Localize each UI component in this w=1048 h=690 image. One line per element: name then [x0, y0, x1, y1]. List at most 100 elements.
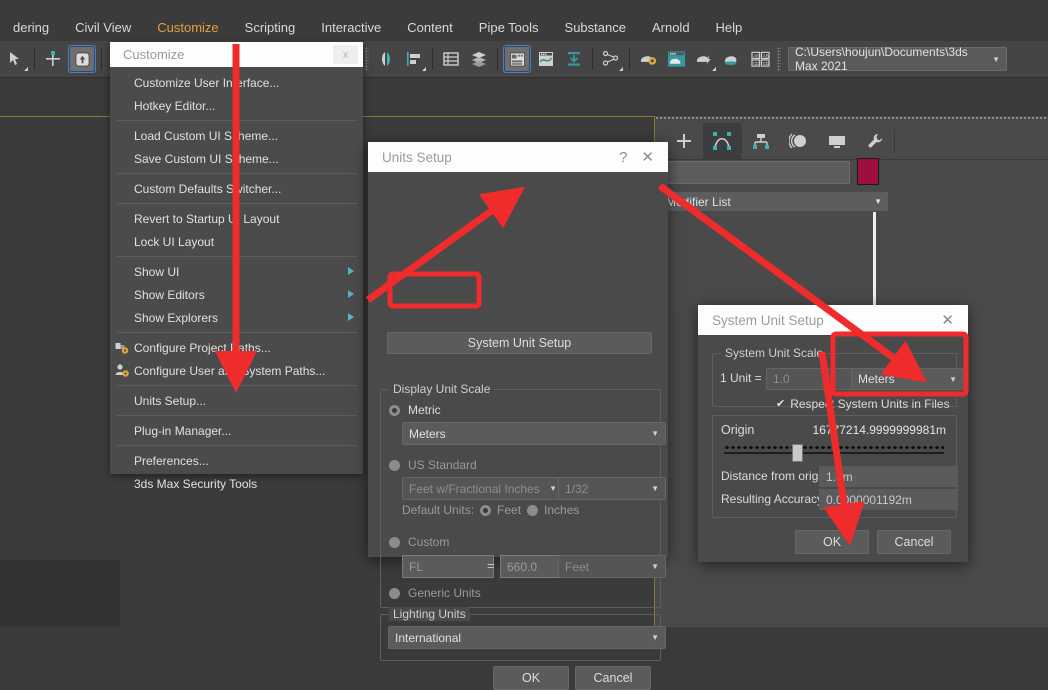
system-unit-setup-titlebar[interactable]: System Unit Setup ✕ — [698, 305, 968, 335]
lighting-units-dropdown[interactable]: International ▼ — [388, 626, 666, 649]
system-unit-setup-cancel-button[interactable]: Cancel — [877, 530, 951, 554]
menu-scripting[interactable]: Scripting — [232, 16, 309, 39]
menu-item-show-editors[interactable]: Show Editors — [110, 283, 363, 306]
project-path-dropdown[interactable]: C:\Users\houjun\Documents\3ds Max 2021 ▼ — [788, 45, 1007, 73]
menu-item-show-ui[interactable]: Show UI — [110, 260, 363, 283]
toggle-ribbon-icon[interactable] — [503, 45, 531, 73]
object-name-field[interactable] — [648, 161, 850, 184]
system-unit-setup-dialog[interactable]: System Unit Setup ✕ System Unit Scale 1 … — [698, 305, 968, 562]
render-production-icon[interactable] — [691, 46, 717, 72]
us-standard-radio[interactable] — [389, 459, 400, 471]
menu-item-label: Show Editors — [134, 287, 205, 302]
units-setup-dialog[interactable]: Units Setup ? ✕ System Unit Setup Displa… — [368, 142, 668, 690]
metric-radio[interactable] — [389, 404, 400, 416]
menu-civil-view[interactable]: Civil View — [62, 16, 144, 39]
menu-item-load-custom-ui-scheme[interactable]: Load Custom UI Scheme... — [110, 124, 363, 147]
origin-slider[interactable] — [724, 443, 944, 462]
menu-item-preferences[interactable]: Preferences... — [110, 449, 363, 472]
menu-item-plugin-manager[interactable]: Plug-in Manager... — [110, 419, 363, 442]
custom-unit-dropdown[interactable]: Feet ▼ — [558, 555, 666, 578]
units-setup-ok-button[interactable]: OK — [493, 666, 569, 690]
one-unit-value-field[interactable]: 1.0 — [766, 368, 861, 390]
scene-explorer-icon[interactable] — [466, 46, 492, 72]
menu-item-custom-defaults-switcher[interactable]: Custom Defaults Switcher... — [110, 177, 363, 200]
origin-slider-knob[interactable] — [792, 444, 803, 462]
menu-item-configure-user-and-system-paths[interactable]: Configure User and System Paths... — [110, 359, 363, 382]
generic-units-radio[interactable] — [389, 587, 400, 599]
us-standard-radio-row[interactable]: US Standard — [389, 458, 477, 472]
material-editor-icon[interactable] — [598, 46, 624, 72]
modify-tab[interactable] — [703, 123, 741, 159]
menu-item-customize-user-interface[interactable]: Customize User Interface... — [110, 71, 363, 94]
mirror-icon[interactable] — [373, 46, 399, 72]
close-icon[interactable]: ✕ — [641, 150, 654, 165]
menu-item-lock-ui-layout[interactable]: Lock UI Layout — [110, 230, 363, 253]
us-standard-format-dropdown[interactable]: Feet w/Fractional Inches ▼ — [402, 477, 564, 500]
active-shade-icon[interactable] — [719, 46, 745, 72]
customize-dropdown-menu[interactable]: Customize x Customize User Interface... … — [110, 42, 363, 491]
custom-value-input[interactable]: 660.0 — [500, 555, 567, 578]
menu-content[interactable]: Content — [394, 16, 466, 39]
menu-item-configure-project-paths[interactable]: Configure Project Paths... — [110, 336, 363, 359]
layer-explorer-icon[interactable] — [438, 46, 464, 72]
us-standard-fraction-dropdown[interactable]: 1/32 ▼ — [558, 477, 666, 500]
customize-menu-header[interactable]: Customize x — [110, 42, 363, 67]
render-in-cloud-icon[interactable]: AB AB CD CD — [747, 46, 773, 72]
checkbox-check-icon[interactable]: ✔ — [776, 398, 785, 410]
rendered-frame-window-icon[interactable] — [663, 46, 689, 72]
help-icon[interactable]: ? — [619, 150, 627, 165]
generic-units-radio-row[interactable]: Generic Units — [389, 586, 481, 600]
menu-rendering[interactable]: dering — [0, 16, 62, 39]
custom-radio-row[interactable]: Custom — [389, 535, 449, 549]
menu-item-units-setup[interactable]: Units Setup... — [110, 389, 363, 412]
utilities-tab[interactable] — [856, 123, 894, 159]
create-tab[interactable] — [665, 123, 703, 159]
hierarchy-tab[interactable] — [742, 123, 780, 159]
units-setup-cancel-button[interactable]: Cancel — [575, 666, 651, 690]
menu-pipe-tools[interactable]: Pipe Tools — [466, 16, 552, 39]
menu-item-show-explorers[interactable]: Show Explorers — [110, 306, 363, 329]
menu-item-hotkey-editor[interactable]: Hotkey Editor... — [110, 94, 363, 117]
align-icon[interactable] — [401, 46, 427, 72]
menu-arnold[interactable]: Arnold — [639, 16, 703, 39]
motion-tab[interactable] — [780, 123, 818, 159]
custom-name-input[interactable]: FL — [402, 555, 494, 578]
select-and-move-icon[interactable] — [40, 46, 66, 72]
menu-item-save-custom-ui-scheme[interactable]: Save Custom UI Scheme... — [110, 147, 363, 170]
units-setup-titlebar[interactable]: Units Setup ? ✕ — [368, 142, 668, 172]
modifier-list-dropdown[interactable]: Modifier List ▼ — [660, 192, 888, 211]
menu-help[interactable]: Help — [703, 16, 756, 39]
object-color-swatch[interactable] — [857, 158, 879, 185]
menu-item-revert-to-startup-ui-layout[interactable]: Revert to Startup UI Layout — [110, 207, 363, 230]
display-tab[interactable] — [818, 123, 856, 159]
system-unit-setup-ok-button[interactable]: OK — [795, 530, 869, 554]
menu-customize[interactable]: Customize — [144, 16, 231, 39]
close-icon[interactable]: x — [333, 45, 358, 64]
origin-slider-ticks — [724, 445, 944, 450]
chevron-down-icon: ▼ — [949, 374, 957, 384]
default-units-inches-radio[interactable] — [527, 504, 539, 516]
menu-bar[interactable]: dering Civil View Customize Scripting In… — [0, 14, 1048, 41]
menu-substance[interactable]: Substance — [552, 16, 639, 39]
menu-item-label: Revert to Startup UI Layout — [134, 211, 280, 226]
metric-units-dropdown[interactable]: Meters ▼ — [402, 422, 666, 445]
menu-item-label: Configure User and System Paths... — [134, 363, 326, 378]
custom-radio[interactable] — [389, 536, 400, 548]
respect-system-units-row[interactable]: ✔ Respect System Units in Files — [776, 397, 950, 411]
schematic-view-icon[interactable] — [561, 46, 587, 72]
command-panel-drag-handle[interactable] — [655, 116, 1048, 121]
default-units-feet-radio[interactable] — [480, 504, 492, 516]
default-units-row[interactable]: Default Units: Feet Inches — [402, 503, 579, 517]
metric-radio-row[interactable]: Metric — [389, 403, 441, 417]
menu-item-3ds-max-security-tools[interactable]: 3ds Max Security Tools — [110, 472, 363, 495]
snaps-toggle-icon[interactable] — [68, 45, 96, 73]
system-unit-setup-button[interactable]: System Unit Setup — [387, 332, 652, 354]
system-unit-dropdown[interactable]: Meters ▼ — [851, 368, 964, 390]
project-path-value: C:\Users\houjun\Documents\3ds Max 2021 — [795, 45, 968, 73]
select-object-icon[interactable] — [3, 46, 29, 72]
close-icon[interactable]: ✕ — [941, 313, 954, 328]
render-setup-icon[interactable] — [635, 46, 661, 72]
command-panel-tabs[interactable] — [665, 122, 895, 160]
menu-interactive[interactable]: Interactive — [308, 16, 394, 39]
curve-editor-icon[interactable] — [533, 46, 559, 72]
